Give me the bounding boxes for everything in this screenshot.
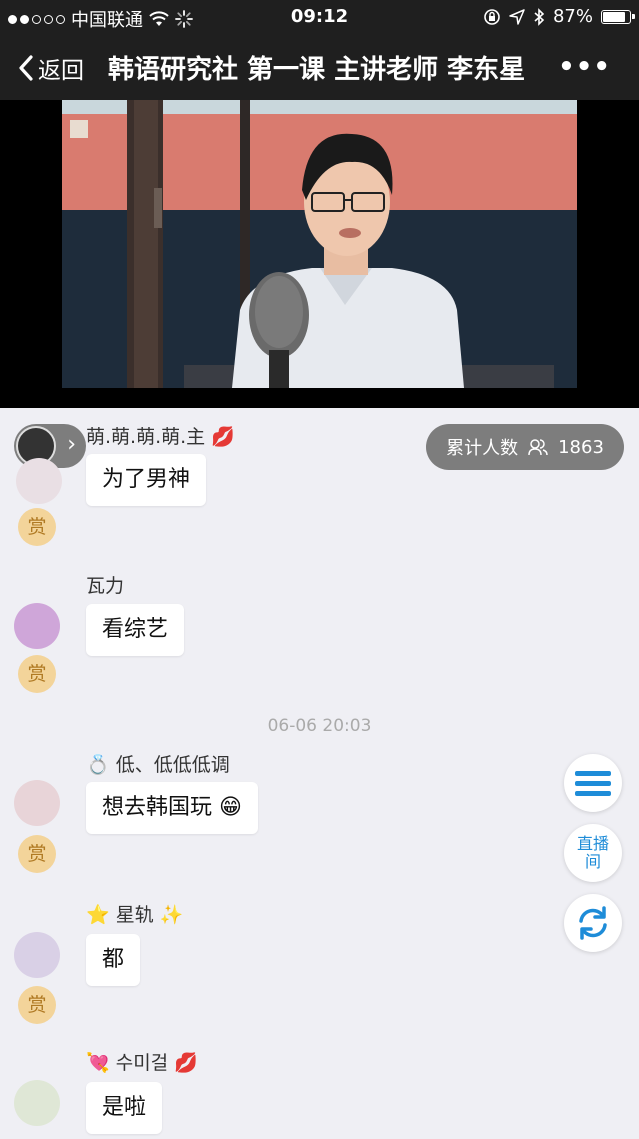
message-bubble: 为了男神 [86,454,207,506]
location-icon [509,8,525,25]
grinning-emoji-icon: 😁 [219,795,242,820]
avatar[interactable] [16,458,62,504]
more-options-button[interactable]: ••• [558,52,611,82]
chevron-left-icon [19,55,33,81]
reward-button[interactable]: 赏 [18,835,56,873]
avatar[interactable] [14,780,60,826]
message-sender-name: 萌.萌.萌.萌.主 💋 [86,426,235,448]
back-button[interactable]: 返回 [18,51,84,85]
orientation-lock-icon [484,8,500,25]
people-icon [528,439,548,456]
refresh-icon [579,906,607,940]
lips-emoji-icon: 💋 [211,426,235,448]
message-bubble: 都 [86,934,141,986]
status-bar: 中国联通 09:12 87% [0,0,639,34]
live-room-button[interactable]: 直播间 [564,824,622,882]
sparkles-emoji-icon: ✨ [159,904,184,926]
avatar[interactable] [14,1080,60,1126]
heart-emoji-icon: 💘 [86,1052,110,1074]
message-bubble: 想去韩国玩 😁 [86,782,258,834]
avatar[interactable] [14,603,60,649]
battery-percent: 87% [552,6,593,27]
page-title: 韩语研究社 第一课 主讲老师 李东星 [108,55,526,85]
message-sender-name: 💍 低、低低低调 [86,754,230,776]
menu-button[interactable] [564,754,622,812]
viewer-count-value: 1863 [558,436,604,458]
live-room-label: 直播间 [576,834,609,871]
back-label: 返回 [38,58,84,84]
battery-icon [601,9,635,24]
message-timestamp: 06-06 20:03 [267,716,372,736]
message-bubble: 是啦 [86,1082,163,1134]
reward-button[interactable]: 赏 [18,508,56,546]
nav-bar: 返回 韩语研究社 第一课 主讲老师 李东星 ••• [0,34,639,100]
status-right: 87% [483,6,635,27]
reward-button[interactable]: 赏 [18,986,56,1024]
lips-emoji-icon: 💋 [174,1052,198,1074]
message-bubble: 看综艺 [86,604,185,656]
chevron-right-icon: › [67,432,76,457]
viewer-count-badge: 累计人数 1863 [426,424,624,470]
chat-area[interactable]: › 累计人数 1863 萌.萌.萌.萌.主 💋 为了男神 赏 瓦力 看综艺 赏 … [0,408,639,1139]
avatar[interactable] [14,932,60,978]
ring-emoji-icon: 💍 [86,754,110,776]
message-sender-name: 瓦力 [86,575,125,597]
star-emoji-icon: ⭐ [86,904,110,926]
message-sender-name: ⭐ 星轨 ✨ [86,904,184,926]
hamburger-menu-icon [575,771,611,796]
video-frame-image [62,100,577,388]
refresh-button[interactable] [564,894,622,952]
reward-button[interactable]: 赏 [18,655,56,693]
live-video[interactable] [62,100,577,388]
message-sender-name: 💘 수미걸 💋 [86,1052,198,1074]
bluetooth-icon [534,7,545,26]
video-area [0,100,639,408]
viewer-count-label: 累计人数 [446,438,519,459]
